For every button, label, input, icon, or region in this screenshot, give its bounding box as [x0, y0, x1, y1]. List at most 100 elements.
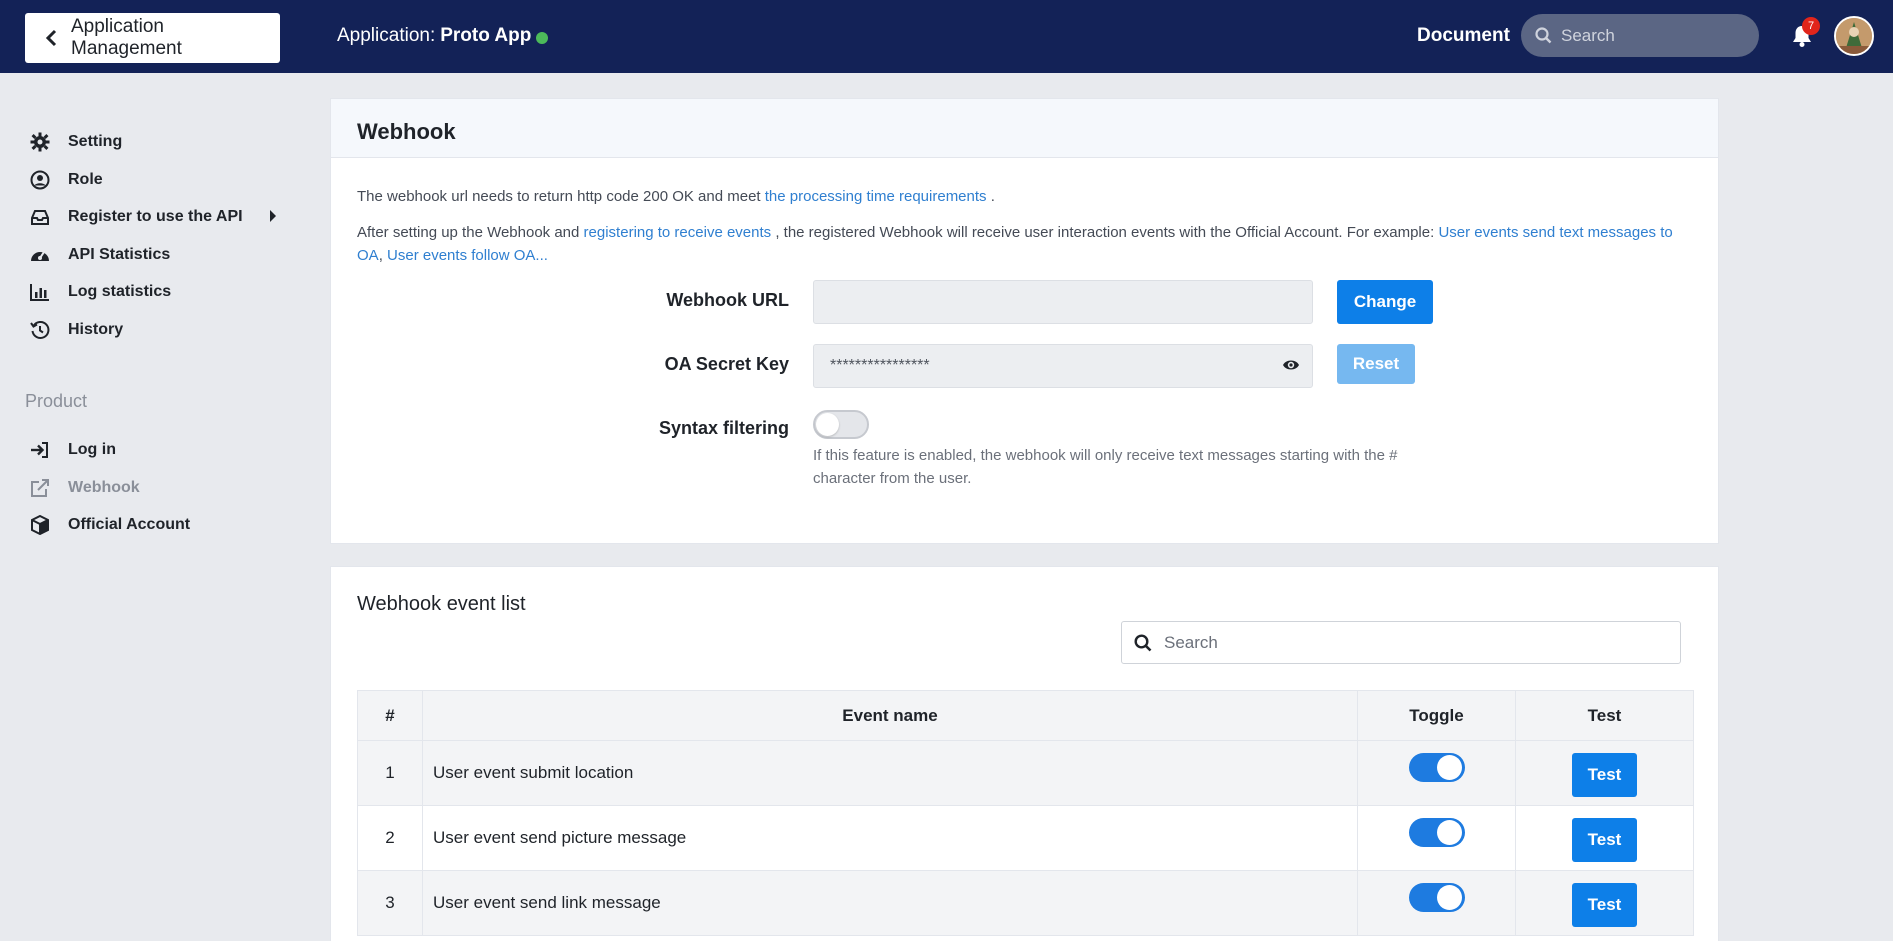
event-toggle[interactable] [1409, 753, 1465, 782]
section-label-product: Product [25, 391, 88, 411]
syntax-filtering-label: Syntax filtering [658, 418, 789, 438]
toggle-cell [1357, 805, 1516, 871]
column-header-test: Test [1515, 690, 1694, 741]
toggle-knob [1437, 755, 1462, 780]
app-title-prefix: Application: [337, 25, 436, 46]
cube-icon [29, 514, 51, 536]
row-number: 1 [357, 740, 423, 806]
toggle-knob [816, 413, 839, 436]
events-text-2: , the registered Webhook will receive us… [775, 224, 1435, 241]
sidebar-item-register-api[interactable]: Register to use the API [29, 206, 243, 228]
toggle-cell [1357, 870, 1516, 936]
sidebar-item-label: Role [68, 171, 103, 188]
sidebar-item-log-in[interactable]: Log in [29, 439, 116, 461]
bar-chart-icon [29, 281, 51, 303]
toggle-cell [1357, 740, 1516, 806]
sidebar-item-label: Log statistics [68, 283, 172, 300]
toggle-knob [1437, 820, 1462, 845]
test-cell: Test [1515, 740, 1694, 806]
webhook-url-field[interactable] [813, 280, 1313, 324]
back-button-label: Application Management [71, 16, 182, 59]
change-button[interactable]: Change [1337, 280, 1433, 324]
top-search-input[interactable] [1561, 25, 1741, 46]
intro-end: . [990, 188, 995, 205]
sidebar-item-setting[interactable]: Setting [29, 131, 122, 153]
status-dot [536, 31, 549, 44]
external-link-icon [29, 477, 51, 499]
example-follow-oa-link[interactable]: User events follow OA... [387, 247, 548, 264]
webhook-events-text: After setting up the Webhook and registe… [357, 221, 1697, 267]
syntax-filtering-hint: If this feature is enabled, the webhook … [813, 447, 1398, 487]
webhook-settings-card: Webhook The webhook url needs to return … [330, 98, 1719, 544]
sidebar: Setting Role Register to use the API API… [0, 73, 300, 941]
sidebar-item-label: API Statistics [68, 246, 171, 263]
column-header-toggle: Toggle [1357, 690, 1516, 741]
sidebar-item-official-account[interactable]: Official Account [29, 514, 190, 536]
test-button[interactable]: Test [1572, 753, 1637, 797]
document-link[interactable]: Document [1417, 25, 1510, 47]
webhook-event-list-card: Webhook event list # Event name Toggle T… [330, 566, 1719, 941]
table-row: 3 User event send link message Test [357, 870, 1694, 936]
webhook-url-label: Webhook URL [666, 290, 789, 310]
event-table: # Event name Toggle Test 1 User event su… [357, 690, 1694, 936]
column-header-event-name: Event name [422, 690, 1358, 741]
toggle-knob [1437, 885, 1462, 910]
event-toggle[interactable] [1409, 883, 1465, 912]
sidebar-item-label: Log in [68, 441, 116, 458]
sidebar-item-label: Setting [68, 133, 123, 150]
reset-button[interactable]: Reset [1337, 344, 1415, 384]
row-number: 2 [357, 805, 423, 871]
sidebar-item-label: Webhook [68, 479, 140, 496]
separator: , [378, 247, 383, 264]
notification-badge: 7 [1802, 17, 1820, 35]
top-search-box[interactable] [1521, 14, 1759, 57]
events-text-1: After setting up the Webhook and [357, 224, 580, 241]
dashboard-icon [29, 244, 51, 266]
top-navbar: Application Management Application: Prot… [0, 0, 1893, 73]
event-toggle[interactable] [1409, 818, 1465, 847]
register-events-link[interactable]: registering to receive events [584, 224, 772, 241]
test-cell: Test [1515, 870, 1694, 936]
avatar[interactable] [1834, 16, 1874, 56]
test-button[interactable]: Test [1572, 818, 1637, 862]
event-search-box[interactable] [1121, 621, 1681, 664]
sign-in-icon [29, 439, 51, 461]
sidebar-item-webhook[interactable]: Webhook [29, 477, 140, 499]
gear-icon [29, 131, 51, 153]
caret-right-icon [270, 210, 276, 222]
sidebar-item-role[interactable]: Role [29, 169, 103, 191]
sidebar-item-history[interactable]: History [29, 319, 123, 341]
search-icon [1535, 27, 1552, 44]
event-search-input[interactable] [1164, 632, 1664, 653]
sidebar-item-label: Register to use the API [68, 208, 243, 225]
event-name: User event send picture message [422, 805, 1358, 871]
chevron-left-icon [45, 29, 57, 47]
back-to-app-management-button[interactable]: Application Management [25, 13, 280, 63]
row-number: 3 [357, 870, 423, 936]
table-row: 2 User event send picture message Test [357, 805, 1694, 871]
user-circle-icon [29, 169, 51, 191]
inbox-icon [29, 206, 51, 228]
event-name: User event submit location [422, 740, 1358, 806]
page-title: Webhook [331, 99, 1718, 158]
sidebar-item-api-statistics[interactable]: API Statistics [29, 244, 170, 266]
sidebar-item-label: Official Account [68, 516, 191, 533]
syntax-filtering-toggle[interactable] [813, 410, 869, 439]
table-header-row: # Event name Toggle Test [357, 690, 1694, 741]
history-icon [29, 319, 51, 341]
secret-key-value: **************** [830, 357, 930, 374]
test-button[interactable]: Test [1572, 883, 1637, 927]
intro-text: The webhook url needs to return http cod… [357, 188, 761, 205]
eye-icon[interactable] [1282, 358, 1300, 377]
app-name: Proto App [440, 25, 532, 46]
test-cell: Test [1515, 805, 1694, 871]
webhook-intro-text: The webhook url needs to return http cod… [357, 185, 1697, 208]
event-list-title: Webhook event list [357, 593, 526, 615]
sidebar-item-label: History [68, 321, 124, 338]
oa-secret-key-field[interactable]: **************** [813, 344, 1313, 388]
processing-time-link[interactable]: the processing time requirements [765, 188, 987, 205]
sidebar-item-log-statistics[interactable]: Log statistics [29, 281, 171, 303]
column-header-number: # [357, 690, 423, 741]
search-icon [1134, 633, 1152, 651]
table-row: 1 User event submit location Test [357, 740, 1694, 806]
